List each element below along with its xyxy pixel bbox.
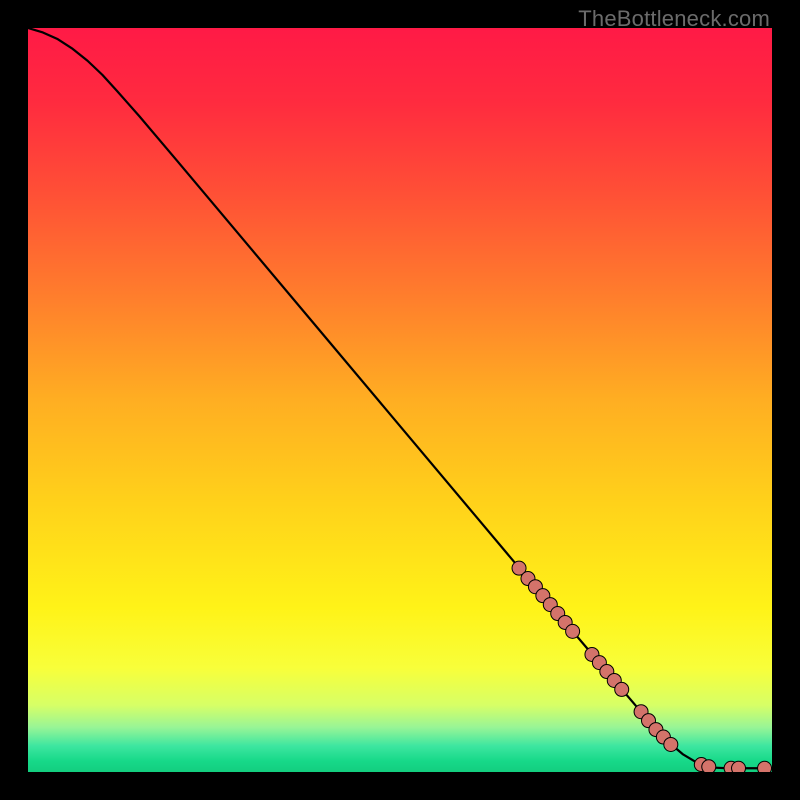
chart-svg	[28, 28, 772, 772]
data-point	[664, 737, 678, 751]
plot-area	[28, 28, 772, 772]
data-point	[566, 624, 580, 638]
data-point	[758, 761, 772, 772]
data-point	[702, 760, 716, 772]
data-point	[732, 761, 746, 772]
chart-stage: TheBottleneck.com	[0, 0, 800, 800]
data-point	[615, 682, 629, 696]
gradient-background	[28, 28, 772, 772]
watermark-text: TheBottleneck.com	[578, 6, 770, 32]
